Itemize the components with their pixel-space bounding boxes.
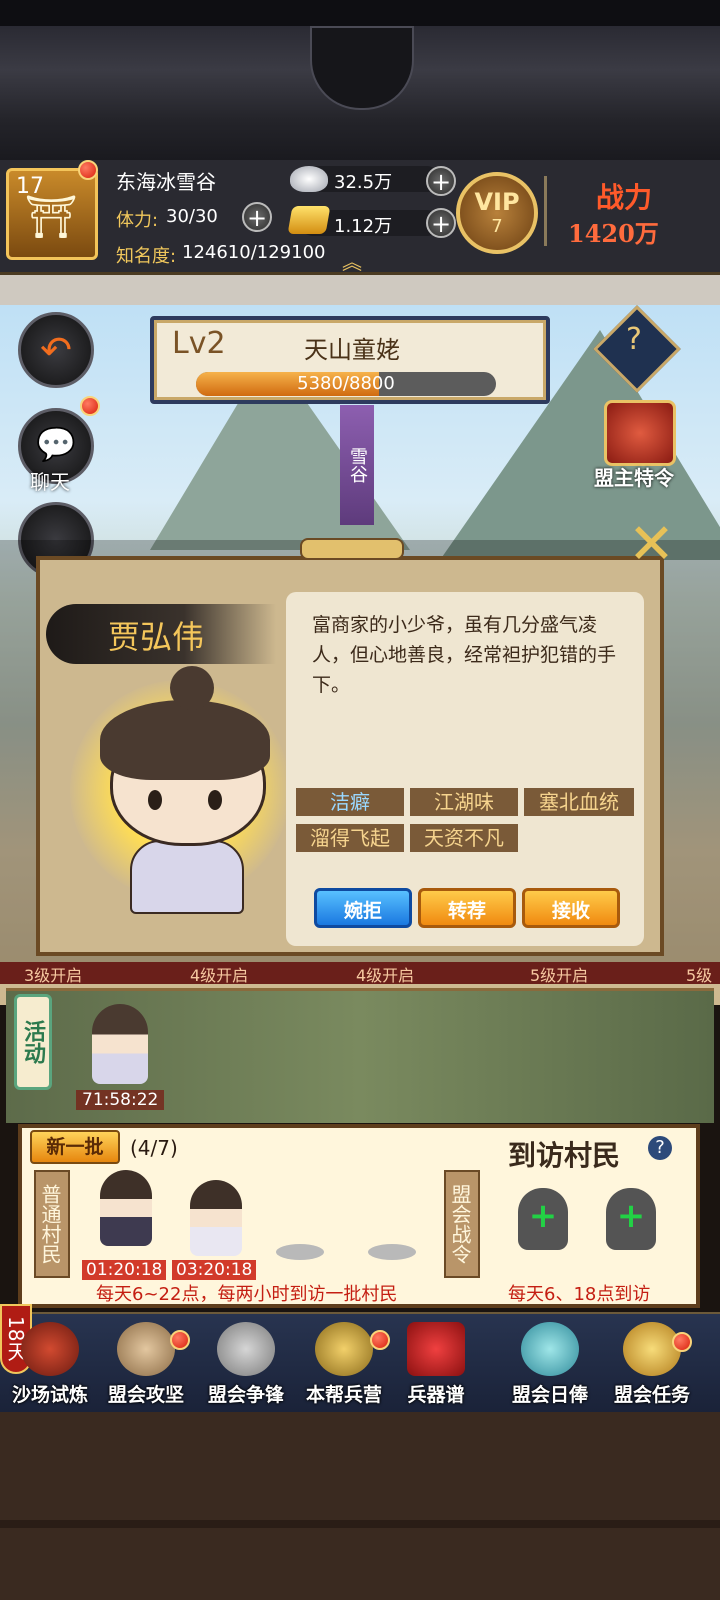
- nav-weapon-ranking[interactable]: 兵器谱: [386, 1318, 486, 1410]
- nav-label: 沙场试炼: [11, 1384, 88, 1406]
- add-villager-slot[interactable]: +: [606, 1188, 656, 1250]
- add-gold-button[interactable]: +: [426, 208, 456, 238]
- normal-villager-tag: 普通村民: [34, 1170, 70, 1278]
- player-name: 东海冰雪谷: [116, 170, 216, 194]
- help-icon[interactable]: ?: [648, 1136, 672, 1160]
- nav-alliance-salary[interactable]: 盟会日俸: [500, 1318, 600, 1410]
- nav-notification-dot: [672, 1332, 692, 1352]
- nav-label: 兵器谱: [407, 1384, 465, 1406]
- helmet-icon: [315, 1322, 373, 1376]
- question-icon: ?: [626, 322, 642, 357]
- gold-value: 1.12万: [334, 216, 393, 237]
- silver-ingot-icon: [290, 166, 328, 192]
- unlock-label: 4级开启: [190, 966, 249, 985]
- trait-tag: 天资不凡: [410, 824, 518, 852]
- gold-ingot-icon: [287, 206, 331, 234]
- unlock-label: 5级开启: [530, 966, 589, 985]
- stamina-label: 体力:: [116, 210, 159, 231]
- floor-line: [0, 1520, 720, 1528]
- divider: [544, 176, 547, 246]
- alliance-villager-note: 每天6、18点到访: [508, 1284, 651, 1305]
- chat-label: 聊天: [30, 470, 70, 494]
- book-icon: [407, 1322, 465, 1376]
- power-title: 战力: [596, 181, 653, 214]
- empty-villager-slot: [276, 1244, 324, 1260]
- unlock-label: 3级开启: [24, 966, 83, 985]
- fist-icon: [117, 1322, 175, 1376]
- nav-label: 盟会日俸: [511, 1384, 588, 1406]
- reject-button[interactable]: 婉拒: [314, 888, 412, 928]
- villager-timer: 03:20:18: [172, 1260, 257, 1280]
- divider-strip: [0, 275, 720, 305]
- alliance-level: Lv2: [172, 326, 226, 361]
- nav-label: 盟会攻坚: [107, 1384, 184, 1406]
- accept-button[interactable]: 接收: [522, 888, 620, 928]
- npc-hair-bun: [170, 666, 214, 710]
- nav-label: 盟会任务: [613, 1384, 690, 1406]
- new-batch-button[interactable]: 新一批: [30, 1130, 120, 1164]
- unlock-label: 5级: [686, 966, 713, 985]
- empty-villager-slot: [368, 1244, 416, 1260]
- chat-notification-dot: [80, 396, 100, 416]
- normal-villager-note: 每天6~22点，每两小时到访一批村民: [96, 1284, 398, 1305]
- leader-decree-label: 盟主特令: [594, 466, 674, 490]
- chevron-up-icon[interactable]: ︽: [342, 246, 362, 275]
- trait-tag: 洁癖: [296, 788, 404, 816]
- npc-name: 贾弘伟: [108, 618, 205, 656]
- trait-tag: 溜得飞起: [296, 824, 404, 852]
- npc-eye-left: [148, 790, 162, 810]
- activity-tag[interactable]: 活动: [14, 994, 52, 1090]
- chat-bubble-icon: 💬: [36, 425, 76, 463]
- leader-decree-button[interactable]: [604, 400, 676, 466]
- alliance-leader-name: 天山童姥: [304, 336, 400, 364]
- npc-description: 富商家的小少爷，虽有几分盛气凌人，但心地善良，经常袒护犯错的手下。: [312, 614, 617, 696]
- unlock-label: 4级开启: [356, 966, 415, 985]
- villager-slot[interactable]: [190, 1180, 242, 1256]
- add-stamina-button[interactable]: +: [242, 202, 272, 232]
- war-drum-icon: [21, 1322, 79, 1376]
- npc-eye-right: [208, 790, 222, 810]
- vip-text: VIP: [474, 188, 520, 216]
- villager-timer: 01:20:18: [82, 1260, 167, 1280]
- back-button[interactable]: ↶: [18, 312, 94, 388]
- notification-dot: [78, 160, 98, 180]
- nav-label: 本帮兵营: [305, 1384, 382, 1406]
- alliance-order-tag: 盟会战令: [444, 1170, 480, 1278]
- nav-battlefield-trial[interactable]: 沙场试炼: [0, 1318, 100, 1410]
- fame-value: 124610/129100: [182, 242, 326, 263]
- add-silver-button[interactable]: +: [426, 166, 456, 196]
- trait-tag: 江湖味: [410, 788, 518, 816]
- villager-slot[interactable]: [100, 1170, 152, 1246]
- batch-count: (4/7): [130, 1136, 178, 1160]
- modal-top-ornament: [300, 538, 404, 560]
- recommend-button[interactable]: 转荐: [418, 888, 516, 928]
- mask-icon: [217, 1322, 275, 1376]
- activity-npc[interactable]: [92, 1004, 148, 1084]
- nav-notification-dot: [170, 1330, 190, 1350]
- pavilion-icon: ⛩: [24, 192, 78, 241]
- treasure-tree-icon: [521, 1322, 579, 1376]
- alliance-exp-text: 5380/8800: [297, 373, 395, 394]
- nav-alliance-tasks[interactable]: 盟会任务: [602, 1318, 702, 1410]
- vip-level: 7: [491, 216, 503, 237]
- npc-body: [130, 840, 244, 914]
- close-icon[interactable]: ✕: [628, 512, 675, 577]
- power-value: 1420万: [568, 219, 659, 248]
- activity-timer: 71:58:22: [76, 1090, 165, 1110]
- horn-icon: [623, 1322, 681, 1376]
- trait-tag: 塞北血统: [524, 788, 634, 816]
- fame-label: 知名度:: [116, 246, 177, 267]
- back-arrow-icon: ↶: [40, 328, 72, 372]
- nav-label: 盟会争锋: [207, 1384, 284, 1406]
- stamina-value: 30/30: [166, 206, 218, 227]
- floor-area: [0, 1412, 720, 1600]
- nav-alliance-contest[interactable]: 盟会争锋: [196, 1318, 296, 1410]
- vip-badge[interactable]: VIP 7: [456, 172, 538, 254]
- alliance-banner: 雪谷: [340, 405, 374, 525]
- visiting-villagers-title: 到访村民: [508, 1139, 621, 1172]
- add-villager-slot[interactable]: +: [518, 1188, 568, 1250]
- silver-value: 32.5万: [334, 172, 393, 193]
- npc-hair: [100, 700, 270, 780]
